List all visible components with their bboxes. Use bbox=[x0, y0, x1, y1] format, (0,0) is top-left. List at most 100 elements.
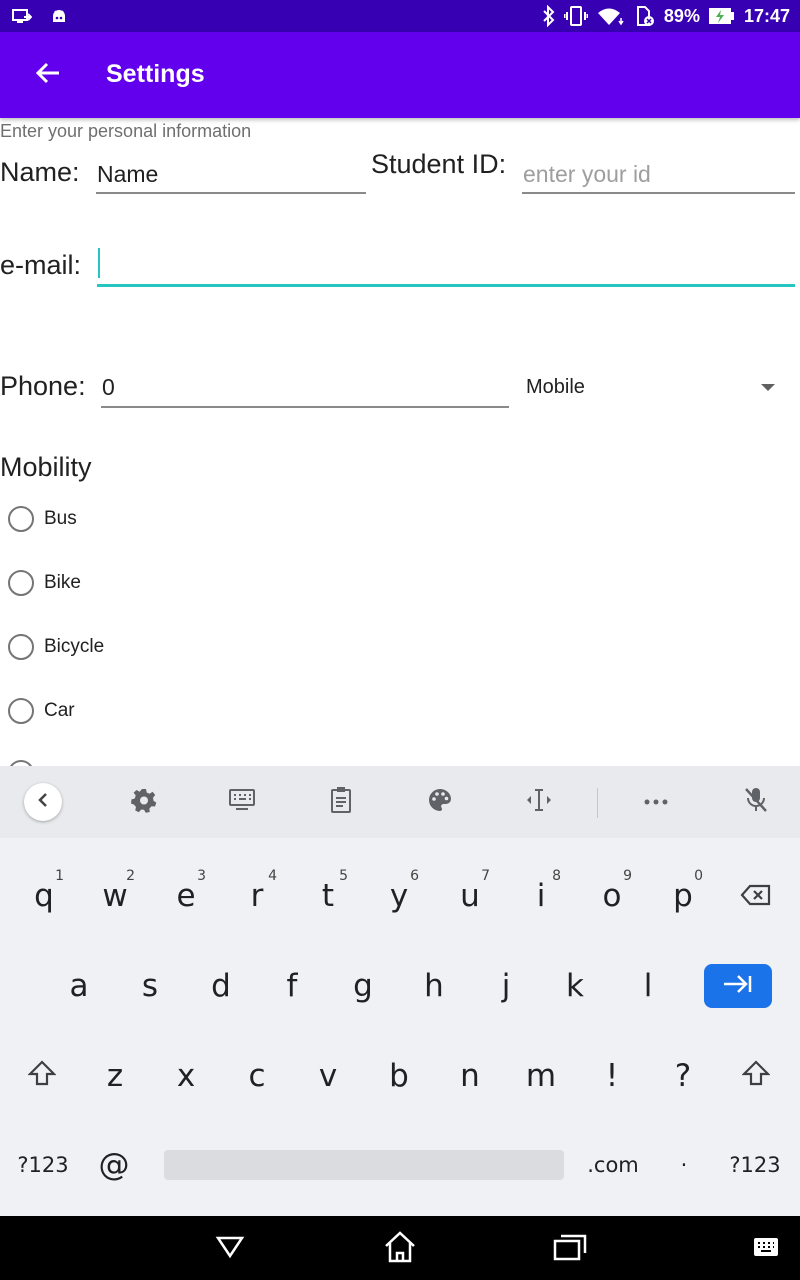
key-e[interactable]: e3 bbox=[162, 868, 210, 922]
key-at[interactable]: @ bbox=[90, 1140, 138, 1190]
key-hint: 3 bbox=[197, 868, 206, 884]
app-bar: Settings bbox=[0, 32, 800, 118]
key-g[interactable]: g bbox=[339, 960, 387, 1012]
key-w[interactable]: w2 bbox=[91, 868, 139, 922]
keyboard-switch-icon bbox=[753, 1237, 779, 1262]
status-bar: 89% 17:47 bbox=[0, 0, 800, 32]
theme-button[interactable] bbox=[420, 782, 460, 822]
keyboard-layout-button[interactable] bbox=[222, 782, 262, 822]
navigation-bar bbox=[0, 1216, 800, 1280]
key-q[interactable]: q1 bbox=[20, 868, 68, 922]
toolbar-divider bbox=[597, 788, 598, 818]
key-dot[interactable]: · bbox=[664, 1140, 704, 1190]
more-icon bbox=[644, 793, 668, 811]
key-dotcom[interactable]: .com bbox=[580, 1140, 646, 1190]
key-b[interactable]: b bbox=[375, 1050, 423, 1102]
radio-bike[interactable]: Bike bbox=[8, 563, 81, 603]
text-caret bbox=[98, 248, 100, 278]
palette-icon bbox=[427, 787, 453, 818]
nav-back-button[interactable] bbox=[210, 1230, 250, 1268]
radio-circle bbox=[8, 634, 34, 660]
clipboard-button[interactable] bbox=[321, 782, 361, 822]
key-m[interactable]: m bbox=[517, 1050, 565, 1102]
home-icon bbox=[383, 1230, 417, 1268]
email-field[interactable] bbox=[97, 240, 795, 287]
voice-input-button[interactable] bbox=[736, 782, 776, 822]
recents-icon bbox=[553, 1233, 587, 1266]
nav-keyboard-switch-button[interactable] bbox=[746, 1230, 786, 1268]
key-f[interactable]: f bbox=[268, 960, 316, 1012]
page-title: Settings bbox=[106, 60, 205, 88]
radio-bus[interactable]: Bus bbox=[8, 499, 77, 539]
keyboard-settings-button[interactable] bbox=[124, 782, 164, 822]
key-y[interactable]: y6 bbox=[375, 868, 423, 922]
next-key[interactable] bbox=[704, 964, 772, 1008]
key-o[interactable]: o9 bbox=[588, 868, 636, 922]
key-label: t bbox=[321, 878, 335, 914]
key-j[interactable]: j bbox=[482, 960, 530, 1012]
key-exclamation[interactable]: ! bbox=[588, 1050, 636, 1102]
key-hint: 1 bbox=[55, 868, 64, 884]
key-hint: 7 bbox=[481, 868, 490, 884]
student-id-field[interactable]: enter your id bbox=[522, 157, 795, 194]
key-t[interactable]: t5 bbox=[304, 868, 352, 922]
key-label: r bbox=[250, 878, 264, 914]
key-label: i bbox=[536, 878, 546, 914]
key-c[interactable]: c bbox=[233, 1050, 281, 1102]
key-k[interactable]: k bbox=[551, 960, 599, 1012]
student-id-label: Student ID: bbox=[371, 149, 507, 179]
key-i[interactable]: i8 bbox=[517, 868, 565, 922]
text-editing-button[interactable] bbox=[519, 782, 559, 822]
key-h[interactable]: h bbox=[410, 960, 458, 1012]
key-u[interactable]: u7 bbox=[446, 868, 494, 922]
symbols-left-key[interactable]: ?123 bbox=[10, 1140, 76, 1190]
backspace-key[interactable] bbox=[734, 877, 778, 917]
nav-recents-button[interactable] bbox=[550, 1230, 590, 1268]
key-s[interactable]: s bbox=[126, 960, 174, 1012]
key-n[interactable]: n bbox=[446, 1050, 494, 1102]
text-cursor-icon bbox=[525, 787, 553, 818]
nav-home-button[interactable] bbox=[380, 1230, 420, 1268]
shift-right-key[interactable] bbox=[734, 1050, 778, 1102]
phone-field[interactable]: 0 bbox=[101, 370, 509, 408]
radio-label: Car bbox=[44, 700, 75, 721]
shift-icon bbox=[741, 1058, 771, 1094]
key-hint: 6 bbox=[410, 868, 419, 884]
more-options-button[interactable] bbox=[636, 782, 676, 822]
key-x[interactable]: x bbox=[162, 1050, 210, 1102]
radio-label: Bicycle bbox=[44, 636, 105, 657]
key-a[interactable]: a bbox=[55, 960, 103, 1012]
key-l[interactable]: l bbox=[624, 960, 672, 1012]
shift-left-key[interactable] bbox=[20, 1050, 64, 1102]
key-label: w bbox=[102, 878, 128, 914]
key-z[interactable]: z bbox=[91, 1050, 139, 1102]
phone-type-dropdown[interactable]: Mobile bbox=[520, 368, 785, 408]
android-debug-icon bbox=[50, 6, 68, 28]
dropdown-arrow-icon bbox=[761, 384, 775, 391]
name-label: Name: bbox=[0, 157, 80, 187]
key-p[interactable]: p0 bbox=[659, 868, 707, 922]
key-question[interactable]: ? bbox=[659, 1050, 707, 1102]
radio-circle bbox=[8, 506, 34, 532]
back-button[interactable] bbox=[22, 52, 74, 98]
radio-circle bbox=[8, 570, 34, 596]
battery-percent: 89% bbox=[663, 5, 700, 26]
key-r[interactable]: r4 bbox=[233, 868, 281, 922]
mic-off-icon bbox=[743, 786, 769, 819]
name-field[interactable]: Name bbox=[96, 157, 366, 194]
form-hint: Enter your personal information bbox=[0, 121, 252, 141]
radio-car[interactable]: Car bbox=[8, 691, 75, 731]
back-triangle-icon bbox=[215, 1235, 245, 1264]
clock: 17:47 bbox=[743, 5, 790, 26]
collapse-toolbar-button[interactable] bbox=[24, 783, 62, 821]
key-v[interactable]: v bbox=[304, 1050, 352, 1102]
key-d[interactable]: d bbox=[197, 960, 245, 1012]
key-hint: 8 bbox=[552, 868, 561, 884]
space-key[interactable] bbox=[164, 1150, 564, 1180]
email-label: e-mail: bbox=[0, 250, 82, 280]
symbols-right-key[interactable]: ?123 bbox=[722, 1140, 788, 1190]
radio-bicycle[interactable]: Bicycle bbox=[8, 627, 104, 667]
backspace-icon bbox=[740, 879, 772, 915]
key-label: p bbox=[673, 878, 693, 914]
bluetooth-icon bbox=[542, 5, 556, 27]
